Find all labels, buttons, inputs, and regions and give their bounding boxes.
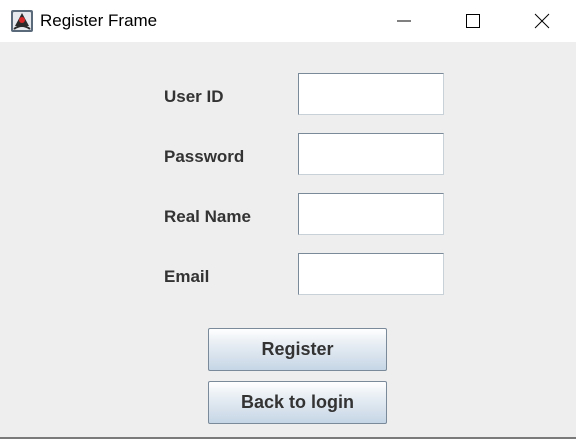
password-label: Password <box>164 147 245 166</box>
close-button[interactable] <box>519 0 565 42</box>
email-input[interactable] <box>298 253 444 295</box>
real-name-input[interactable] <box>298 193 444 235</box>
user-id-label: User ID <box>164 87 224 106</box>
window-title: Register Frame <box>40 11 158 30</box>
register-window: Register Frame User ID Password Real Nam… <box>0 0 576 439</box>
real-name-label: Real Name <box>164 207 251 226</box>
maximize-button[interactable] <box>450 0 496 42</box>
email-label: Email <box>164 267 210 286</box>
user-id-input[interactable] <box>298 73 444 115</box>
maximize-icon <box>465 13 481 29</box>
minimize-button[interactable] <box>381 0 427 42</box>
password-input[interactable] <box>298 133 444 175</box>
title-bar[interactable]: Register Frame <box>0 0 576 42</box>
back-to-login-button[interactable]: Back to login <box>208 381 387 424</box>
java-duke-icon <box>10 9 34 33</box>
register-button[interactable]: Register <box>208 328 387 371</box>
close-icon <box>534 13 550 29</box>
minimize-icon <box>396 13 412 29</box>
